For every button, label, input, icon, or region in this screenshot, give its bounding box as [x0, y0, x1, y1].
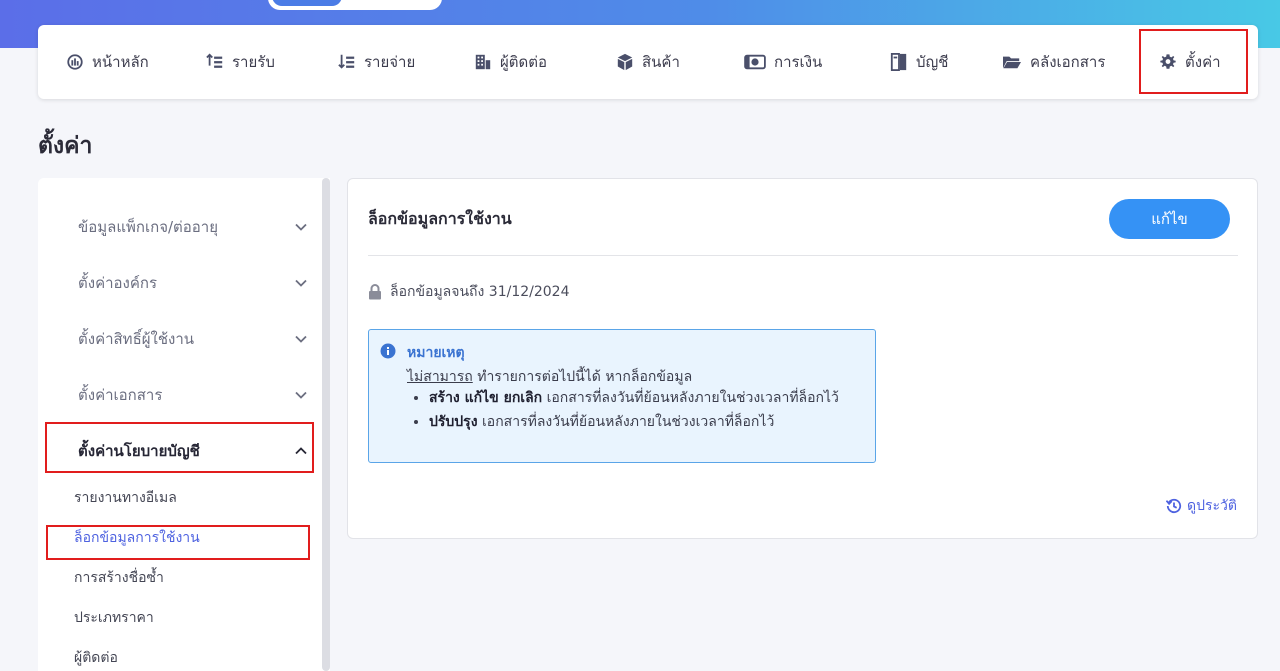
- note-description: ไม่สามารถ ทำรายการต่อไปนี้ได้ หากล็อกข้อ…: [407, 366, 692, 388]
- nav-item-home[interactable]: หน้าหลัก: [66, 25, 149, 99]
- panel-divider: [368, 255, 1238, 256]
- sidebar-scrollbar[interactable]: [322, 178, 330, 671]
- sidebar-section-documents[interactable]: ตั้งค่าเอกสาร: [78, 367, 308, 423]
- note-bullet-bold: ปรับปรุง: [429, 414, 478, 430]
- nav-item-documents[interactable]: คลังเอกสาร: [1002, 25, 1105, 99]
- highlight-accounting-policy: [45, 422, 314, 473]
- note-description-text: ทำรายการต่อไปนี้ได้ หากล็อกข้อมูล: [472, 369, 693, 385]
- sidebar-item-duplicate-names[interactable]: การสร้างชื่อซ้ำ: [74, 567, 164, 589]
- income-icon: [206, 53, 224, 71]
- note-underlined-text: ไม่สามารถ: [407, 369, 473, 385]
- box-icon: [616, 53, 634, 71]
- dashboard-icon: [66, 53, 84, 71]
- edit-button[interactable]: แก้ไข: [1109, 199, 1230, 239]
- panel-title: ล็อกข้อมูลการใช้งาน: [368, 209, 512, 228]
- main-navbar: หน้าหลัก รายรับ รายจ่าย ผู้ติดต่อ สินค้า…: [38, 25, 1258, 99]
- note-bullet-bold: สร้าง แก้ไข ยกเลิก: [429, 390, 543, 406]
- page-title: ตั้งค่า: [38, 133, 93, 159]
- view-history-link[interactable]: ดูประวัติ: [1166, 495, 1237, 517]
- chevron-down-icon: [295, 223, 307, 231]
- info-icon: [380, 343, 396, 359]
- nav-item-finance[interactable]: การเงิน: [744, 25, 822, 99]
- sidebar-section-permissions[interactable]: ตั้งค่าสิทธิ์ผู้ใช้งาน: [78, 311, 308, 367]
- chevron-down-icon: [295, 391, 307, 399]
- lock-icon: [369, 284, 381, 300]
- nav-label: หน้าหลัก: [92, 53, 149, 71]
- note-title: หมายเหตุ: [407, 345, 465, 361]
- note-bullet: ปรับปรุง เอกสารที่ลงวันที่ย้อนหลังภายในช…: [429, 412, 839, 432]
- nav-label: การเงิน: [774, 53, 823, 71]
- sidebar-item-price-types[interactable]: ประเภทราคา: [74, 607, 154, 629]
- sidebar-section-package[interactable]: ข้อมูลแพ็กเกจ/ต่ออายุ: [78, 199, 308, 255]
- note-bullet-list: สร้าง แก้ไข ยกเลิก เอกสารที่ลงวันที่ย้อน…: [429, 388, 839, 436]
- nav-label: ผู้ติดต่อ: [500, 53, 548, 71]
- sidebar-section-label: ข้อมูลแพ็กเกจ/ต่ออายุ: [78, 218, 219, 236]
- lock-status-text: ล็อกข้อมูลจนถึง 31/12/2024: [390, 284, 570, 300]
- sidebar-item-email-report[interactable]: รายงานทางอีเมล: [74, 487, 177, 509]
- sidebar-item-contacts[interactable]: ผู้ติดต่อ: [74, 647, 118, 669]
- banner-toggle[interactable]: [268, 0, 442, 10]
- history-icon: [1166, 498, 1182, 514]
- note-bullet-text: เอกสารที่ลงวันที่ย้อนหลังภายในช่วงเวลาที…: [542, 390, 839, 406]
- nav-item-income[interactable]: รายรับ: [206, 25, 275, 99]
- chevron-down-icon: [295, 335, 307, 343]
- nav-label: รายรับ: [232, 53, 275, 71]
- sidebar-section-label: ตั้งค่าเอกสาร: [78, 386, 163, 404]
- banner-toggle-active: [272, 0, 342, 6]
- note-bullet-text: เอกสารที่ลงวันที่ย้อนหลังภายในช่วงเวลาที…: [477, 414, 775, 430]
- lock-status: ล็อกข้อมูลจนถึง 31/12/2024: [368, 281, 569, 303]
- contacts-icon: [474, 53, 492, 71]
- highlight-settings-nav: [1139, 29, 1248, 94]
- money-icon: [744, 53, 766, 71]
- nav-label: คลังเอกสาร: [1030, 53, 1106, 71]
- sidebar-section-label: ตั้งค่าสิทธิ์ผู้ใช้งาน: [78, 330, 195, 348]
- nav-label: บัญชี: [916, 53, 949, 71]
- nav-label: รายจ่าย: [364, 53, 416, 71]
- highlight-usage-lock: [46, 525, 310, 560]
- nav-item-expense[interactable]: รายจ่าย: [338, 25, 415, 99]
- folder-icon: [1002, 53, 1022, 71]
- sidebar-section-organization[interactable]: ตั้งค่าองค์กร: [78, 255, 308, 311]
- note-box: หมายเหตุ ไม่สามารถ ทำรายการต่อไปนี้ได้ ห…: [368, 329, 876, 463]
- note-bullet: สร้าง แก้ไข ยกเลิก เอกสารที่ลงวันที่ย้อน…: [429, 388, 839, 408]
- chevron-down-icon: [295, 279, 307, 287]
- nav-item-accounting[interactable]: บัญชี: [890, 25, 948, 99]
- nav-item-products[interactable]: สินค้า: [616, 25, 680, 99]
- nav-label: สินค้า: [642, 53, 680, 71]
- sidebar-section-label: ตั้งค่าองค์กร: [78, 274, 158, 292]
- view-history-label: ดูประวัติ: [1187, 498, 1237, 514]
- ledger-icon: [890, 53, 908, 71]
- expense-icon: [338, 53, 356, 71]
- nav-item-contacts[interactable]: ผู้ติดต่อ: [474, 25, 547, 99]
- usage-lock-panel: ล็อกข้อมูลการใช้งาน แก้ไข ล็อกข้อมูลจนถึ…: [347, 178, 1258, 539]
